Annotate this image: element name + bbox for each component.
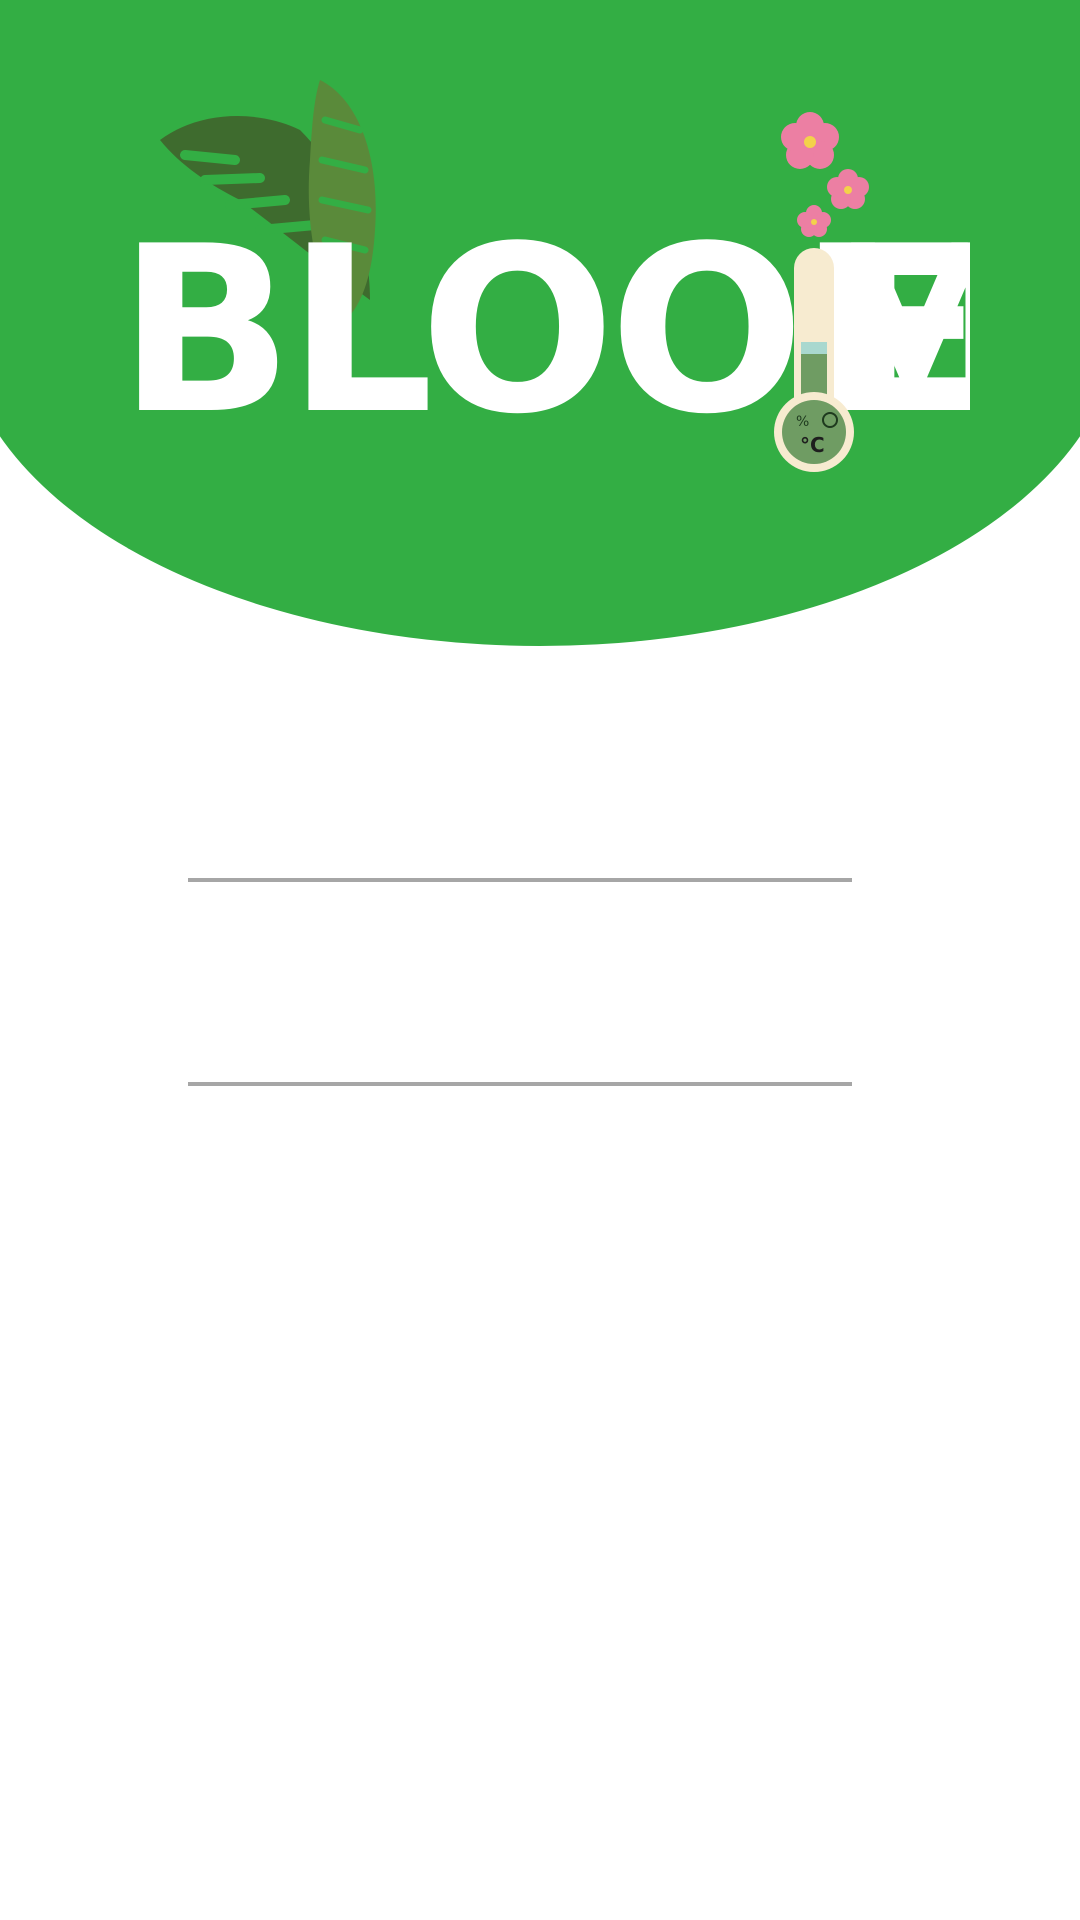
username-input[interactable]	[188, 822, 852, 882]
bloomie-logo: BLOOM E % °C	[110, 60, 970, 480]
flower-icon	[781, 112, 839, 169]
password-input[interactable]	[188, 1026, 852, 1086]
login-screen: BLOOM E % °C	[0, 0, 1080, 1920]
svg-text:%: %	[796, 414, 809, 430]
thermometer-celsius-label: °C	[800, 433, 825, 457]
